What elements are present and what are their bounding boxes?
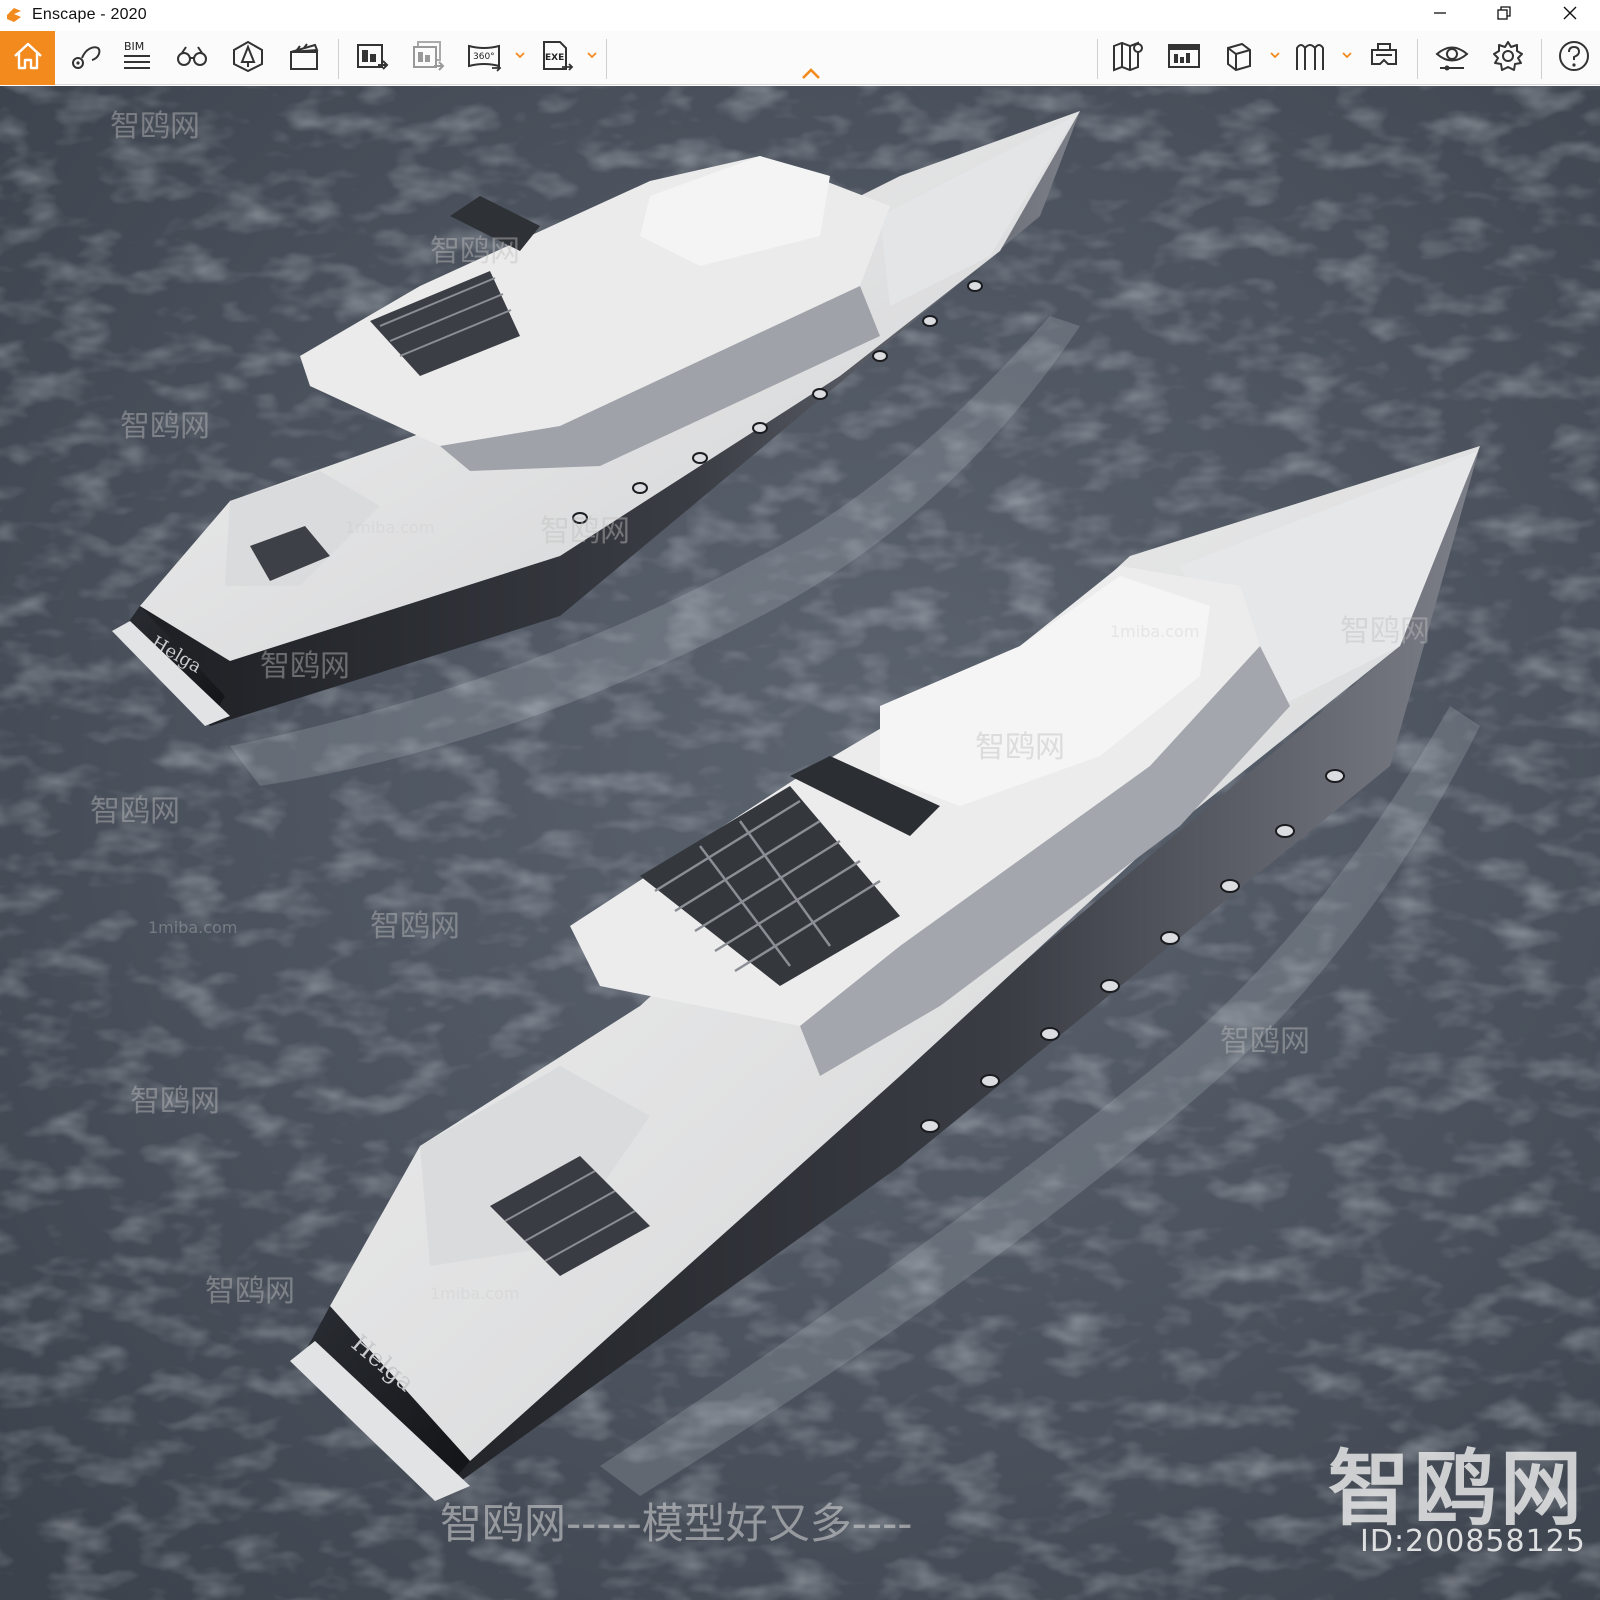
toolbar-separator: [1541, 39, 1542, 79]
info-panel-button[interactable]: [1160, 34, 1208, 82]
map-icon: [1110, 38, 1146, 79]
help-button[interactable]: [1550, 34, 1598, 82]
minimize-button[interactable]: [1410, 0, 1470, 31]
enscape-logo-icon: [5, 6, 23, 24]
cube-view-dropdown[interactable]: [1269, 47, 1281, 67]
close-icon: [1563, 6, 1577, 25]
batch-export-button[interactable]: [404, 34, 452, 82]
chevron-down-icon: [1269, 48, 1281, 66]
panorama-export-button[interactable]: 360°: [460, 34, 508, 82]
restore-icon: [1497, 6, 1511, 25]
panorama-label: 360°: [473, 52, 495, 62]
asset-library-icon: [230, 38, 266, 79]
visual-settings-icon: [1434, 38, 1470, 79]
chevron-down-icon: [514, 48, 526, 66]
batch-export-icon: [410, 38, 446, 79]
cube-view-button[interactable]: [1214, 34, 1262, 82]
views-icon: [68, 38, 104, 79]
home-icon: [10, 38, 46, 79]
video-editor-button[interactable]: [280, 34, 328, 82]
toolbar-separator: [606, 39, 607, 79]
cube-view-icon: [1220, 38, 1256, 79]
toolbar-separator: [1097, 39, 1098, 79]
toolbar-separator: [1417, 39, 1418, 79]
screenshot-export-icon: [354, 38, 390, 79]
collapse-toolbar-button[interactable]: [798, 67, 824, 85]
render-viewport[interactable]: Helga Helga 智鸥网 智鸥网 智鸥网 智鸥网 智鸥网 智鸥网 智鸥网 …: [0, 86, 1600, 1600]
binoculars-icon: [174, 38, 210, 79]
restore-button[interactable]: [1474, 0, 1534, 31]
home-button[interactable]: [0, 31, 55, 85]
chevron-up-icon: [800, 67, 822, 86]
binoculars-button[interactable]: [168, 34, 216, 82]
chevron-down-icon: [1341, 48, 1353, 66]
screenshot-export-button[interactable]: [348, 34, 396, 82]
exe-dropdown[interactable]: [586, 47, 598, 67]
exe-label: EXE: [545, 53, 564, 63]
panorama-export-icon: 360°: [466, 38, 502, 79]
title-bar: Enscape - 2020: [0, 0, 1600, 31]
yacht-scene: Helga Helga: [0, 86, 1600, 1600]
video-editor-icon: [286, 38, 322, 79]
sections-dropdown[interactable]: [1341, 47, 1353, 67]
toolbar-separator: [338, 39, 339, 79]
bim-icon: BIM: [118, 38, 154, 79]
settings-button[interactable]: [1484, 34, 1532, 82]
window-title: Enscape - 2020: [32, 6, 147, 23]
help-icon: [1556, 38, 1592, 79]
watermark-slogan: 智鸥网-----模型好又多----: [440, 1499, 913, 1548]
settings-gear-icon: [1490, 38, 1526, 79]
bim-button[interactable]: BIM: [112, 34, 160, 82]
main-toolbar: BIM 360° EXE: [0, 31, 1600, 85]
watermark-id: ID:200858125: [1360, 1524, 1586, 1559]
close-button[interactable]: [1540, 0, 1600, 31]
vr-headset-icon: [1366, 38, 1402, 79]
bim-label: BIM: [124, 40, 144, 53]
vr-headset-button[interactable]: [1360, 34, 1408, 82]
panorama-dropdown[interactable]: [514, 47, 526, 67]
exe-export-icon: EXE: [538, 38, 574, 79]
info-panel-icon: [1166, 38, 1202, 79]
visual-settings-button[interactable]: [1428, 34, 1476, 82]
asset-library-button[interactable]: [224, 34, 272, 82]
chevron-down-icon: [586, 48, 598, 66]
map-button[interactable]: [1104, 34, 1152, 82]
exe-export-button[interactable]: EXE: [532, 34, 580, 82]
sections-icon: [1292, 38, 1328, 79]
views-button[interactable]: [62, 34, 110, 82]
minimize-icon: [1433, 6, 1447, 25]
sections-button[interactable]: [1286, 34, 1334, 82]
